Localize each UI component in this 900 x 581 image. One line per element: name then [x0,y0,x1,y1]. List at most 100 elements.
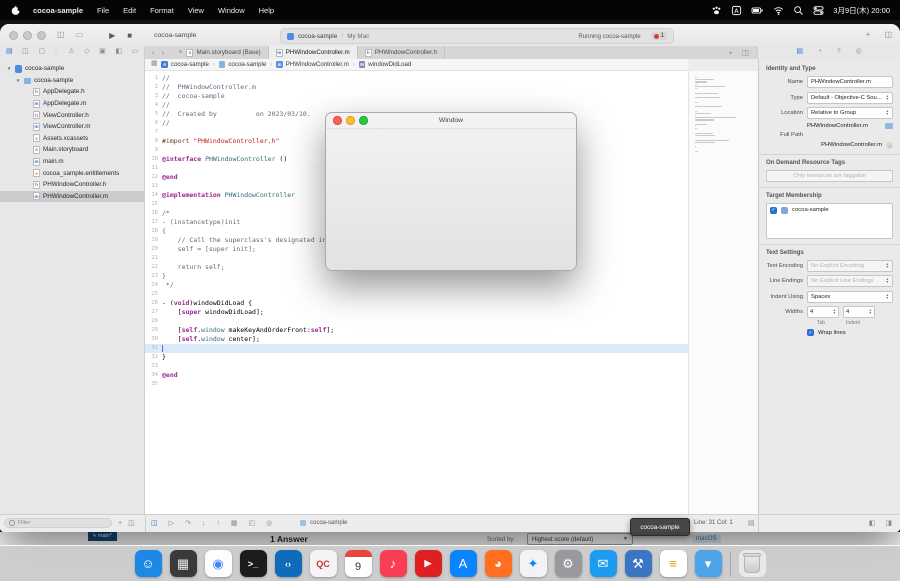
code-line-25[interactable]: 25 [145,290,688,299]
cursor-position-indicator[interactable]: Line: 31 Col: 1 [694,515,733,531]
step-into-icon[interactable]: ↓ [202,520,206,527]
code-line-24[interactable]: 24 */ [145,281,688,290]
code-line-34[interactable]: 34@end [145,371,688,380]
code-line-23[interactable]: 23} [145,272,688,281]
minimize-window-icon[interactable] [23,31,32,40]
dock-icon-safari[interactable]: ✦ [520,550,547,577]
stepper-icon[interactable]: ▲▼ [886,278,889,283]
wrap-lines-checkbox[interactable]: ✓ [807,329,814,336]
continue-icon[interactable]: ▷ [169,520,174,527]
code-line-30[interactable]: 30 [self.window center]; [145,335,688,344]
editor-layout-icon[interactable]: ◫ [884,31,892,39]
disclosure-triangle-icon[interactable]: ▼ [15,78,21,83]
line-endings-dropdown[interactable]: No Explicit Line Endings▲▼ [807,275,893,287]
input-source-icon[interactable]: A [731,5,742,16]
editor-minimap[interactable] [688,71,758,515]
debug-process-label[interactable]: cocoa-sample [300,515,347,531]
environment-overrides-icon[interactable]: ◎ [266,520,272,527]
split-editor-icon[interactable]: ◫ [742,48,749,57]
dock-icon-app-store[interactable]: A [450,550,477,577]
memory-graph-icon[interactable]: ◰ [249,520,256,527]
close-window-icon[interactable] [9,31,18,40]
code-line-29[interactable]: 29 [self.window makeKeyAndOrderFront:sel… [145,326,688,335]
editor-options-icon[interactable]: ▤ [748,515,755,531]
navigator-filter-field[interactable]: Filter [4,518,112,528]
menu-item-file[interactable]: File [90,6,116,15]
menu-item-format[interactable]: Format [143,6,181,15]
window-tab-overview-icon[interactable]: ▭ [76,31,84,39]
library-plus-icon[interactable]: + [866,31,871,39]
paw-icon[interactable] [711,5,722,16]
tab-width-stepper[interactable]: 4▲▼ [807,306,839,318]
battery-icon[interactable] [751,5,764,16]
navigator-row-cocoa-sample[interactable]: ▼cocoa-sample [0,63,144,75]
tab-main-storyboard-base-[interactable]: ×sMain.storyboard (Base) [171,46,268,59]
stepper-icon[interactable]: ▲▼ [886,263,889,268]
search-icon[interactable] [793,5,804,16]
running-app-titlebar[interactable]: Window [326,113,576,129]
dock-icon-youtube-music[interactable]: ▶ [415,550,442,577]
navigator-row-cocoa-sample[interactable]: ▼cocoa-sample [0,75,144,87]
tab-phwindowcontroller-h[interactable]: hPHWindowController.h [358,46,445,59]
stepper-icon[interactable]: ▲▼ [869,309,872,314]
dock-icon-firefox[interactable]: ◕ [485,550,512,577]
folder-icon[interactable] [885,123,893,129]
running-app-window[interactable]: Window [325,112,577,271]
menubar-clock[interactable]: 3月9日(木) 20:00 [833,5,890,16]
dock-icon-qc-app[interactable]: QC [310,550,337,577]
quick-help-inspector-icon[interactable]: ? [837,49,841,56]
text-encoding-dropdown[interactable]: No Explicit Encoding▲▼ [807,260,893,272]
control-center-icon[interactable] [813,5,824,16]
target-checkbox[interactable]: ✓ [770,207,777,214]
dock-icon-finder[interactable]: ☺ [135,550,162,577]
history-back-icon[interactable]: ‹ [152,48,155,57]
dock-icon-mail[interactable]: ✉ [590,550,617,577]
dock-icon-xcode[interactable]: ⚒ [625,550,652,577]
jumpbar-crumb-windowdidload[interactable]: MwindowDidLoad [359,61,412,68]
view-debugger-icon[interactable]: ▦ [231,520,238,527]
stepper-icon[interactable]: ▲▼ [886,95,889,100]
name-field[interactable]: PHWindowController.m [807,76,893,88]
breakpoint-navigator-icon[interactable]: ◧ [115,49,121,56]
code-line-4[interactable]: 4// [145,101,688,110]
dock-icon-downloads-folder[interactable]: ▾ [695,550,722,577]
layout-left-icon[interactable]: ◧ [869,519,876,527]
indent-using-dropdown[interactable]: Spaces▲▼ [807,291,893,303]
macos-tag[interactable]: macOS [692,534,721,543]
report-navigator-icon[interactable]: ▭ [131,49,137,56]
apple-menu-icon[interactable] [10,4,22,16]
code-line-33[interactable]: 33 [145,362,688,371]
dock-icon-vscode[interactable]: ‹› [275,550,302,577]
jumpbar-crumb-cocoa-sample[interactable]: Acocoa-sample [161,61,208,68]
close-tab-icon[interactable]: × [178,49,182,56]
test-navigator-icon[interactable]: ◇ [84,49,89,56]
dock-icon-system-settings[interactable]: ⚙ [555,550,582,577]
location-dropdown[interactable]: Relative to Group▲▼ [807,107,893,119]
tab-phwindowcontroller-m[interactable]: mPHWindowController.m [269,46,358,59]
target-membership-row[interactable]: ✓ cocoa-sample [770,207,889,214]
navigator-row-phwindowcontroller-h[interactable]: hPHWindowController.h [0,179,144,191]
menu-item-view[interactable]: View [181,6,211,15]
menu-item-edit[interactable]: Edit [116,6,143,15]
run-button[interactable]: ▶ [109,31,115,40]
layout-right-icon[interactable]: ◨ [885,519,892,527]
disclosure-triangle-icon[interactable]: ▼ [6,66,12,71]
navigator-row-appdelegate-h[interactable]: hAppDelegate.h [0,86,144,98]
dock-icon-music[interactable]: ♪ [380,550,407,577]
step-out-icon[interactable]: ↑ [216,520,220,527]
code-line-3[interactable]: 3// cocoa-sample [145,92,688,101]
issue-navigator-icon[interactable]: ⚠ [68,49,74,56]
navigator-row-assets-xcassets[interactable]: xAssets.xcassets [0,133,144,145]
add-file-icon[interactable]: + [118,520,122,527]
wifi-icon[interactable] [773,5,784,16]
indent-width-stepper[interactable]: 4▲▼ [843,306,875,318]
sort-select[interactable]: Highest score (default) ▼ [527,533,633,545]
dock-icon-chrome[interactable]: ◉ [205,550,232,577]
stepper-icon[interactable]: ▲▼ [833,309,836,314]
accessibility-inspector-icon[interactable]: ◎ [856,49,862,56]
navigator-row-main-m[interactable]: mmain.m [0,156,144,168]
stepper-icon[interactable]: ▲▼ [886,110,889,115]
dock-icon-notes[interactable]: ≡ [660,550,687,577]
code-line-35[interactable]: 35 [145,380,688,389]
file-inspector-icon[interactable]: ▤ [796,49,802,56]
